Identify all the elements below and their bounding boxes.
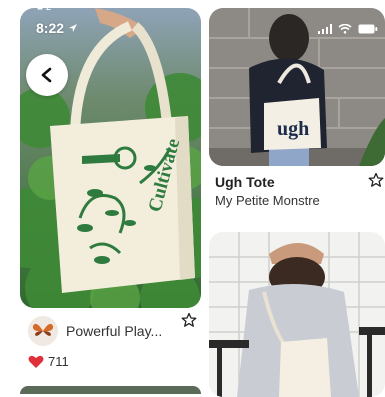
system-icons <box>318 24 378 34</box>
butterfly-icon <box>32 323 54 336</box>
chair-tote-photo <box>209 232 385 397</box>
chevron-left-icon <box>41 67 52 83</box>
pin-image-cultivate-tote[interactable]: Cultivate <box>20 8 201 308</box>
pin-creator-name: Powerful Play... <box>66 323 163 339</box>
status-notification: ■ 2 <box>37 2 52 13</box>
status-bar-time: 8:22 <box>36 20 78 36</box>
like-count: 711 <box>28 354 69 369</box>
signal-icon <box>318 24 332 34</box>
avatar[interactable] <box>28 316 58 346</box>
star-icon[interactable] <box>181 312 197 328</box>
location-arrow-icon <box>69 24 78 32</box>
tote-photo: Cultivate <box>20 8 201 308</box>
star-icon[interactable] <box>368 172 384 188</box>
next-pin-preview[interactable] <box>20 386 201 394</box>
pin-title[interactable]: Ugh Tote <box>215 174 275 190</box>
pin-creator[interactable]: Powerful Play... <box>28 316 162 346</box>
tote-print-text: ugh <box>277 118 309 140</box>
wifi-icon <box>338 24 352 34</box>
battery-icon <box>358 24 378 34</box>
back-button[interactable] <box>26 54 68 96</box>
like-count-value: 711 <box>48 354 69 369</box>
pin-image-tote-chair[interactable] <box>209 232 385 397</box>
heart-icon[interactable] <box>28 355 44 369</box>
pin-subtitle[interactable]: My Petite Monstre <box>215 193 320 208</box>
clock: 8:22 <box>36 20 65 36</box>
